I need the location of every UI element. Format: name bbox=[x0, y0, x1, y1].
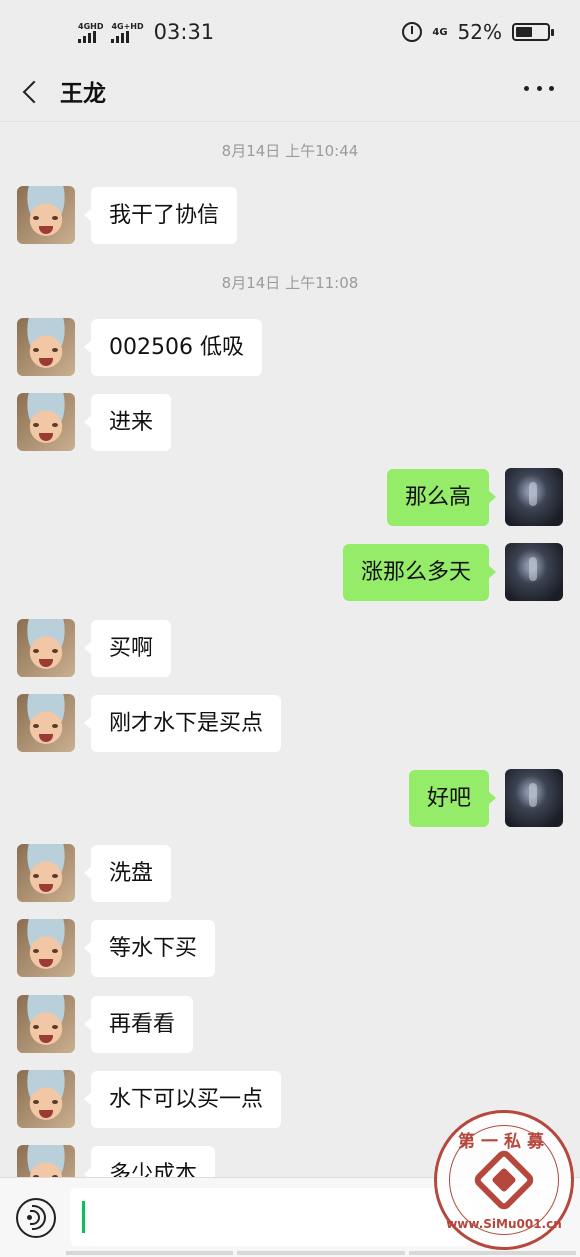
message-row: 那么高 bbox=[0, 468, 580, 528]
status-bar: 4GHD 4G+HD 03:31 4G 52% bbox=[0, 0, 580, 62]
message-bubble-incoming[interactable]: 再看看 bbox=[83, 996, 194, 1053]
signal-label-1: 4GHD bbox=[78, 21, 104, 31]
my-avatar[interactable] bbox=[505, 769, 563, 827]
contact-avatar[interactable] bbox=[17, 186, 75, 244]
message-bubble-incoming[interactable]: 002506 低吸 bbox=[84, 319, 262, 376]
network-type-icon: 4G bbox=[432, 26, 448, 38]
message-row: 买啊 bbox=[0, 619, 580, 679]
message-input[interactable] bbox=[70, 1188, 470, 1246]
contact-avatar[interactable] bbox=[17, 995, 75, 1053]
status-right: 4G 52% bbox=[402, 20, 554, 44]
contact-avatar[interactable] bbox=[17, 393, 75, 451]
message-row: 002506 低吸 bbox=[0, 318, 580, 378]
message-row: 进来 bbox=[0, 393, 580, 453]
text-caret bbox=[82, 1201, 85, 1233]
message-bubble-incoming[interactable]: 买啊 bbox=[83, 620, 172, 677]
status-left: 4GHD 4G+HD 03:31 bbox=[78, 20, 214, 44]
chevron-left-icon bbox=[22, 80, 46, 104]
message-row: 我干了协信 bbox=[0, 186, 580, 246]
message-bubble-outgoing[interactable]: 那么高 bbox=[386, 469, 497, 526]
message-row: 等水下买 bbox=[0, 919, 580, 979]
timestamp: 8月14日 上午10:44 bbox=[221, 142, 359, 160]
signal-icon-2: 4G+HD bbox=[111, 21, 144, 43]
message-bubble-incoming[interactable]: 进来 bbox=[83, 394, 172, 451]
my-avatar[interactable] bbox=[505, 468, 563, 526]
message-bubble-incoming[interactable]: 我干了协信 bbox=[83, 187, 238, 244]
timestamp: 8月14日 上午11:08 bbox=[221, 274, 359, 292]
watermark-seal: 第一私募 www.SiMu001.cn bbox=[434, 1110, 574, 1250]
contact-avatar[interactable] bbox=[17, 694, 75, 752]
contact-avatar[interactable] bbox=[17, 1145, 75, 1177]
message-bubble-incoming[interactable]: 多少成本 bbox=[83, 1146, 216, 1177]
message-list[interactable]: 8月14日 上午10:44 我干了协信 8月14日 上午11:08 002506… bbox=[0, 122, 580, 1177]
back-button[interactable] bbox=[14, 72, 50, 112]
chat-title: 王龙 bbox=[60, 81, 106, 107]
message-row: 好吧 bbox=[0, 769, 580, 829]
message-bubble-incoming[interactable]: 水下可以买一点 bbox=[83, 1071, 282, 1128]
message-bubble-incoming[interactable]: 等水下买 bbox=[83, 920, 216, 977]
watermark-url: www.SiMu001.cn bbox=[446, 1217, 562, 1231]
chat-header: 王龙 bbox=[0, 62, 580, 122]
message-row: 再看看 bbox=[0, 995, 580, 1055]
battery-icon bbox=[512, 23, 554, 41]
my-avatar[interactable] bbox=[505, 543, 563, 601]
contact-avatar[interactable] bbox=[17, 844, 75, 902]
message-bubble-incoming[interactable]: 刚才水下是买点 bbox=[83, 695, 282, 752]
contact-avatar[interactable] bbox=[17, 1070, 75, 1128]
message-bubble-outgoing[interactable]: 好吧 bbox=[408, 770, 497, 827]
message-row: 洗盘 bbox=[0, 844, 580, 904]
more-dots-icon bbox=[524, 85, 529, 91]
more-options-button[interactable] bbox=[524, 80, 554, 96]
battery-percent: 52% bbox=[457, 20, 502, 44]
message-bubble-incoming[interactable]: 洗盘 bbox=[83, 845, 172, 902]
keyboard-hint-bar bbox=[66, 1251, 576, 1255]
alarm-icon bbox=[402, 22, 423, 42]
contact-avatar[interactable] bbox=[17, 619, 75, 677]
contact-avatar[interactable] bbox=[17, 318, 75, 376]
contact-avatar[interactable] bbox=[17, 919, 75, 977]
clock-time: 03:31 bbox=[153, 20, 215, 44]
signal-label-2: 4G+HD bbox=[111, 21, 144, 31]
voice-button[interactable] bbox=[16, 1198, 56, 1238]
watermark-title: 第一私募 bbox=[458, 1132, 550, 1152]
signal-icon-1: 4GHD bbox=[78, 22, 103, 43]
message-row: 涨那么多天 bbox=[0, 543, 580, 603]
message-row: 刚才水下是买点 bbox=[0, 694, 580, 754]
message-bubble-outgoing[interactable]: 涨那么多天 bbox=[342, 544, 497, 601]
